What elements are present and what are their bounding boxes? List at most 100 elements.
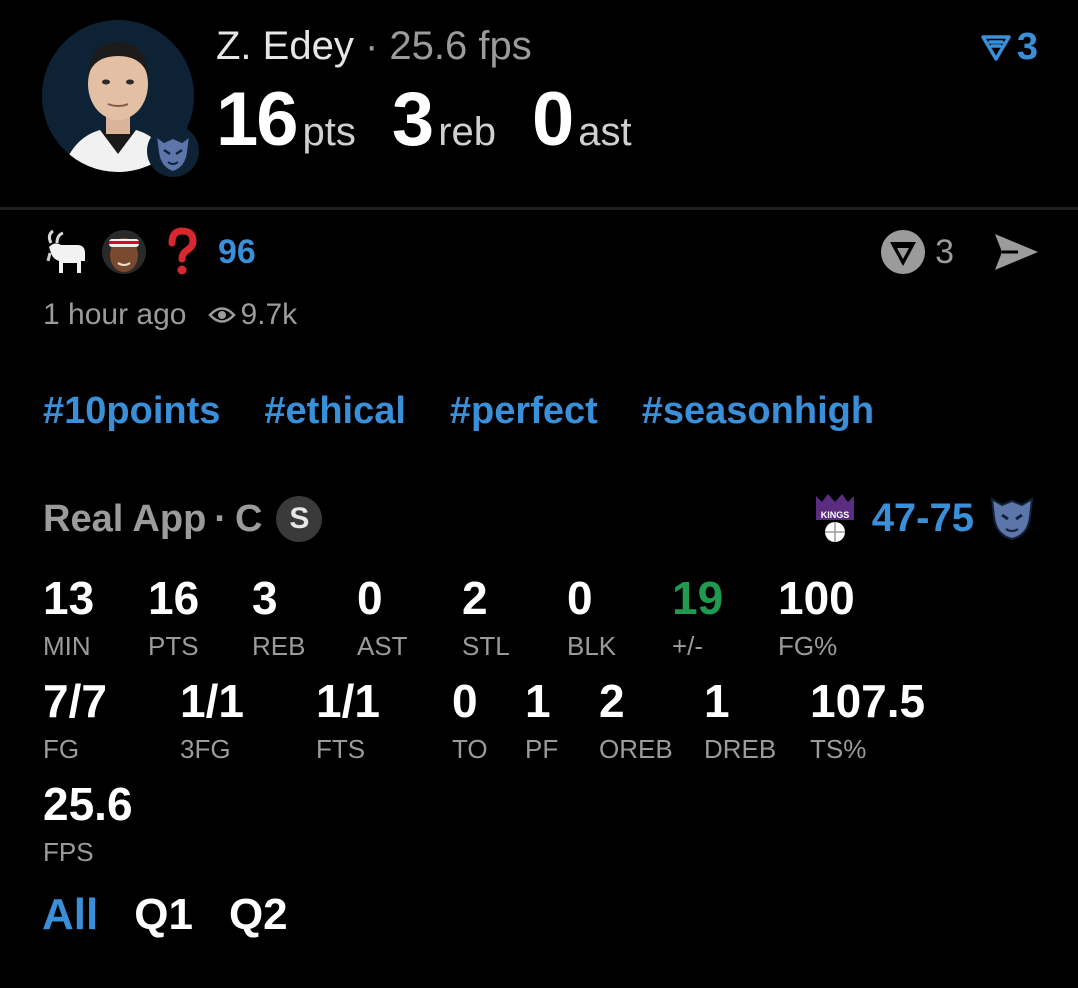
- stat-value: 1: [525, 675, 551, 727]
- stat-value: 2: [599, 675, 625, 727]
- kings-logo-icon: KINGS: [815, 494, 854, 542]
- stat-value: 2: [462, 572, 488, 624]
- goat-emoji-icon[interactable]: [40, 226, 92, 278]
- stat-label: FG%: [778, 631, 838, 661]
- stat-value: 0: [452, 675, 478, 727]
- stat-stl: 2 STL: [462, 575, 510, 662]
- stat-dreb: 1 DREB: [704, 678, 776, 765]
- stat-value: 0: [567, 572, 593, 624]
- title-separator: ·: [364, 24, 379, 68]
- filter-count: 3: [1016, 26, 1038, 68]
- stat-to: 0 TO: [452, 678, 488, 765]
- grizzlies-logo-icon: [146, 124, 200, 178]
- view-count: 9.7k: [208, 298, 297, 332]
- post-actions: 3: [879, 228, 1040, 276]
- hashtag[interactable]: #perfect: [450, 390, 598, 433]
- stat-label: FG: [43, 734, 80, 764]
- stat-ast: 0 AST: [357, 575, 408, 662]
- stat-label: TS%: [810, 734, 867, 764]
- stat-oreb: 2 OREB: [599, 678, 673, 765]
- stat-value: 0: [357, 572, 383, 624]
- hashtag-list: #10points #ethical #perfect #seasonhigh: [43, 390, 918, 433]
- post-meta: 1 hour ago 9.7k: [43, 298, 297, 332]
- player-title[interactable]: Z. Edey · 25.6 fps: [216, 24, 532, 69]
- pts-unit: pts: [302, 110, 356, 154]
- stat-value: 3: [252, 572, 278, 624]
- grizzlies-logo-icon: [990, 497, 1034, 541]
- stat-label: OREB: [599, 734, 673, 764]
- headline-statline: 16 pts 3 reb 0 ast: [216, 76, 668, 163]
- stat-value: 16: [148, 572, 200, 624]
- tab-all[interactable]: All: [42, 890, 98, 940]
- ast-unit: ast: [578, 110, 632, 154]
- eye-icon: [208, 307, 237, 323]
- stat-value: 13: [43, 572, 95, 624]
- stat-fg: 7/7 FG: [43, 678, 107, 765]
- vote-icon[interactable]: [879, 228, 927, 276]
- stat-label: BLK: [567, 631, 617, 661]
- hashtag[interactable]: #seasonhigh: [642, 390, 874, 433]
- reaction-count[interactable]: 96: [218, 233, 256, 272]
- time-ago: 1 hour ago: [43, 298, 187, 331]
- stat-pf: 1 PF: [525, 678, 558, 765]
- pts-value: 16: [216, 77, 299, 162]
- hashtag[interactable]: #10points: [43, 390, 220, 433]
- status-badge: S: [276, 496, 323, 542]
- player-position: C: [234, 497, 263, 540]
- filter-button[interactable]: 3: [981, 26, 1038, 69]
- player-face-emoji-icon[interactable]: [98, 226, 150, 278]
- ast-value: 0: [532, 77, 574, 162]
- stat-value: 1: [704, 675, 730, 727]
- stat-value: 1/1: [316, 675, 380, 727]
- stat-pts: 16 PTS: [148, 575, 199, 662]
- stat-value: 7/7: [43, 675, 107, 727]
- stat-label: PTS: [148, 631, 199, 661]
- stat-ts-pct: 107.5 TS%: [810, 678, 925, 765]
- question-mark-emoji-icon[interactable]: [156, 226, 208, 278]
- view-count-value: 9.7k: [240, 298, 298, 331]
- filter-icon: [981, 34, 1011, 61]
- stat-label: PF: [525, 734, 559, 764]
- player-name[interactable]: Z. Edey: [216, 24, 354, 68]
- stat-label: FPS: [43, 837, 94, 867]
- stat-reb: 3 REB: [252, 575, 305, 662]
- game-source: Real App · C S: [43, 496, 323, 542]
- stat-label: +/-: [672, 631, 704, 661]
- score-text: 47-75: [871, 495, 974, 540]
- stat-fg-pct: 100 FG%: [778, 575, 855, 662]
- stat-label: STL: [462, 631, 510, 661]
- stat-label: MIN: [43, 631, 91, 661]
- period-tabs: All Q1 Q2: [42, 890, 324, 940]
- header-divider: [0, 207, 1078, 210]
- stat-value: 1/1: [180, 675, 244, 727]
- stat-label: TO: [452, 734, 488, 764]
- stat-value: 19: [672, 572, 724, 624]
- reb-unit: reb: [438, 110, 496, 154]
- stat-value: 25.6: [43, 778, 133, 830]
- stat-label: FTS: [316, 734, 366, 764]
- stat-value: 107.5: [810, 675, 926, 727]
- stat-value: 100: [778, 572, 855, 624]
- game-score[interactable]: KINGS 47-75: [812, 492, 1036, 544]
- stat-label: 3FG: [180, 734, 231, 764]
- reb-value: 3: [391, 77, 434, 162]
- stat-label: DREB: [704, 734, 777, 764]
- vote-count: 3: [935, 232, 954, 271]
- source-separator: ·: [214, 497, 227, 540]
- stat-fps: 25.6 FPS: [43, 781, 133, 868]
- player-fps: 25.6 fps: [389, 24, 532, 68]
- tab-q1[interactable]: Q1: [134, 890, 193, 940]
- stat-blk: 0 BLK: [567, 575, 616, 662]
- svg-text:KINGS: KINGS: [820, 510, 849, 520]
- tab-q2[interactable]: Q2: [229, 890, 288, 940]
- stat-fts: 1/1 FTS: [316, 678, 380, 765]
- stat-label: REB: [252, 631, 306, 661]
- stat-3fg: 1/1 3FG: [180, 678, 244, 765]
- share-icon[interactable]: [992, 231, 1040, 273]
- reaction-bar[interactable]: 96: [40, 226, 256, 278]
- source-name: Real App: [43, 497, 207, 540]
- stat-plus-minus: 19 +/-: [672, 575, 723, 662]
- stat-label: AST: [357, 631, 408, 661]
- stat-min: 13 MIN: [43, 575, 94, 662]
- hashtag[interactable]: #ethical: [264, 390, 406, 433]
